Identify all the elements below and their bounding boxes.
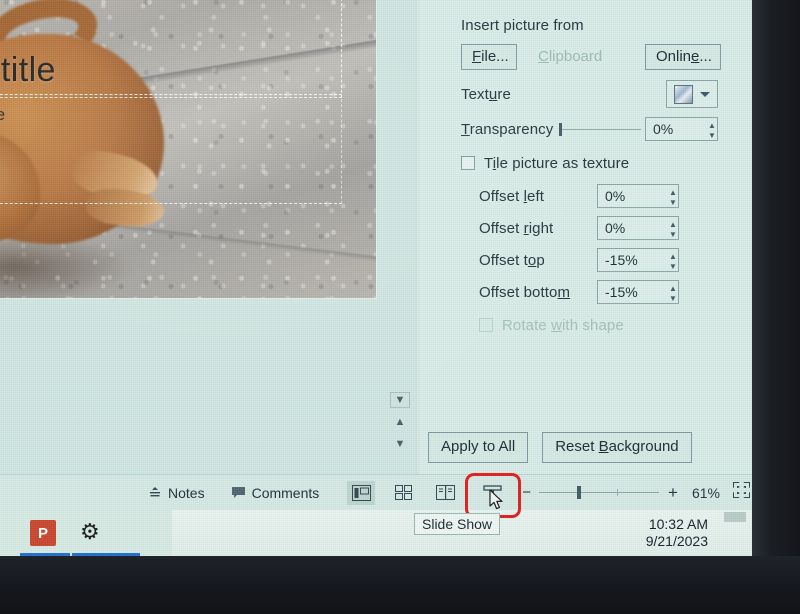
monitor-bezel-right (752, 0, 800, 566)
comments-label: Comments (251, 484, 320, 501)
spinner-arrows-icon[interactable]: ▲ ▼ (662, 282, 677, 304)
apply-to-all-button[interactable]: Apply to All (428, 432, 529, 463)
notes-button[interactable]: Notes (148, 485, 205, 501)
pane-action-buttons: Apply to All Reset Background (428, 432, 692, 463)
offset-right-spinner[interactable]: 0% ▲ ▼ (597, 216, 679, 240)
tile-picture-label: Tile picture as texture (484, 154, 630, 172)
reading-view-button[interactable] (431, 481, 459, 505)
notes-label: Notes (168, 484, 205, 501)
slide-show-tooltip: Slide Show (414, 513, 501, 535)
screen: o add title o add subtitle ▼ ▲ ▼ Insert … (0, 0, 800, 614)
comment-bubble-icon (231, 486, 245, 498)
powerpoint-window: o add title o add subtitle ▼ ▲ ▼ Insert … (0, 0, 754, 560)
rotate-with-shape-label: Rotate with shape (502, 316, 624, 334)
offset-top-spinner[interactable]: -15% ▲ ▼ (597, 248, 679, 272)
slide-sorter-button[interactable] (389, 481, 417, 505)
reading-view-icon (435, 485, 455, 500)
rotate-with-shape-checkbox (479, 318, 493, 332)
status-bar: Notes Comments − + 61% (0, 474, 754, 510)
zoom-slider-knob[interactable] (577, 486, 582, 499)
monitor-bezel-bottom (0, 556, 800, 614)
mouse-cursor (489, 489, 503, 510)
slide-scroll-controls[interactable]: ▼ ▲ ▼ (388, 392, 412, 456)
offset-right-value[interactable]: 0% (598, 220, 625, 236)
chevron-down-icon[interactable] (700, 91, 710, 97)
texture-label: Texture (461, 85, 511, 103)
transparency-value[interactable]: 0% (646, 121, 673, 137)
transparency-spinner[interactable]: 0% ▲ ▼ (645, 117, 718, 141)
offset-top-value[interactable]: -15% (598, 252, 638, 268)
chevron-down-icon[interactable]: ▼ (390, 392, 410, 408)
previous-slide-icon[interactable]: ▲ (390, 414, 410, 430)
zoom-slider-tick (617, 489, 619, 496)
zoom-slider[interactable] (539, 486, 660, 499)
spinner-arrows-icon[interactable]: ▲ ▼ (701, 119, 716, 141)
title-placeholder-text[interactable]: o add title (0, 46, 334, 94)
texture-swatch-icon (674, 84, 693, 104)
tile-picture-checkbox[interactable] (461, 156, 475, 170)
fit-slide-button[interactable] (733, 482, 750, 503)
comments-button[interactable]: Comments (231, 484, 320, 501)
spinner-arrows-icon[interactable]: ▲ ▼ (662, 218, 677, 240)
texture-picker-button[interactable] (666, 80, 718, 108)
clock-date: 9/21/2023 (645, 533, 708, 549)
offset-left-spinner[interactable]: 0% ▲ ▼ (597, 184, 679, 208)
normal-view-icon (351, 484, 371, 501)
format-background-pane: Insert picture from File... Clipboard On… (419, 0, 754, 474)
slide-canvas[interactable]: o add title o add subtitle (0, 0, 376, 298)
transparency-label: Transparency (461, 120, 554, 138)
spinner-arrows-icon[interactable]: ▲ ▼ (662, 250, 677, 272)
next-slide-icon[interactable]: ▼ (390, 436, 410, 452)
transparency-slider[interactable] (559, 119, 642, 139)
offset-left-label: Offset left (479, 187, 545, 205)
insert-from-online-button[interactable]: Online... (645, 43, 721, 71)
reset-background-button[interactable]: Reset Background (542, 432, 692, 463)
notes-icon (150, 486, 160, 496)
spinner-arrows-icon[interactable]: ▲ ▼ (662, 186, 677, 208)
offset-bottom-value[interactable]: -15% (598, 284, 638, 300)
offset-bottom-spinner[interactable]: -15% ▲ ▼ (597, 280, 679, 304)
gear-icon[interactable]: ⚙ (80, 521, 100, 543)
fit-slide-icon (733, 482, 750, 498)
offset-bottom-label: Offset bottom (479, 283, 571, 301)
offset-right-label: Offset right (479, 219, 554, 237)
offset-left-value[interactable]: 0% (598, 188, 625, 204)
slide-sorter-icon (394, 485, 412, 500)
offset-top-label: Offset top (479, 251, 545, 269)
insert-from-file-button[interactable]: File... (461, 43, 517, 71)
insert-from-clipboard-button: Clipboard (527, 44, 611, 71)
powerpoint-taskbar-icon[interactable]: P (30, 520, 56, 546)
windows-taskbar: P ⚙ 10:32 AM 9/21/2023 (0, 510, 754, 556)
insert-picture-from-label: Insert picture from (461, 16, 584, 34)
zoom-out-button[interactable]: − (522, 484, 531, 501)
clock-time: 10:32 AM (648, 516, 708, 532)
zoom-in-button[interactable]: + (668, 483, 678, 503)
taskbar-clock[interactable]: 10:32 AM 9/21/2023 (646, 516, 708, 550)
slide-edit-area[interactable]: o add title o add subtitle ▼ ▲ ▼ (0, 0, 416, 474)
transparency-slider-track[interactable] (562, 128, 642, 130)
zoom-level-label[interactable]: 61% (692, 485, 720, 501)
subtitle-placeholder-text[interactable]: o add subtitle (0, 102, 334, 128)
normal-view-button[interactable] (347, 480, 376, 505)
system-tray-region[interactable] (724, 512, 746, 522)
